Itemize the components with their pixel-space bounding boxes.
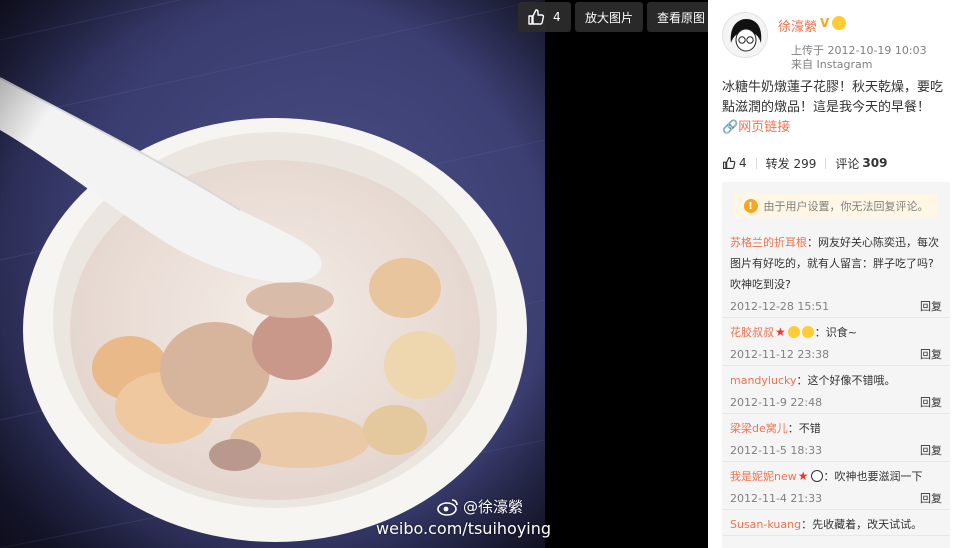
thumbs-up-icon [528, 9, 545, 25]
comment-time: 2012-11-12 23:38 [730, 347, 830, 361]
web-link-label: 网页链接 [738, 120, 791, 135]
comment-time: 2012-12-28 15:51 [730, 299, 830, 313]
comment-user[interactable]: 梁梁de窝儿 [730, 422, 788, 435]
weibo-logo-icon [437, 498, 458, 516]
comment-user[interactable]: 苏格兰的折耳根 [730, 236, 807, 249]
comment-button[interactable]: 评论 309 [835, 155, 887, 172]
reply-button[interactable]: 回复 [920, 346, 942, 362]
reply-button[interactable]: 回复 [920, 490, 942, 506]
comment-text: ：识食~ [814, 326, 857, 339]
comment-time: 2012-11-9 22:48 [730, 395, 823, 409]
comment-item: 我是妮妮new★ ：吹神也要滋润一下 2012-11-4 21:33 回复 [722, 462, 950, 510]
comment-text: ：不错 [787, 422, 821, 435]
comment-time: 2012-11-5 18:33 [730, 443, 823, 457]
photo-viewer: 4 放大图片 查看原图 @徐濠縈 weibo.com/tsuihoying [0, 0, 708, 548]
web-link[interactable]: 🔗网页链接 [722, 120, 790, 135]
image-toolbar: 4 放大图片 查看原图 [518, 2, 708, 32]
comment-text: ：这个好像不错哦。 [796, 374, 896, 387]
post-stats: 4 转发 299 评论 309 [722, 152, 950, 174]
star-badge-icon: ★ [775, 325, 786, 339]
repost-button[interactable]: 转发 299 [766, 155, 817, 172]
divider [755, 157, 757, 169]
view-original-button[interactable]: 查看原图 [647, 2, 708, 32]
comment-item: 花胶叔叔★ ：识食~ 2012-11-12 23:38 回复 [722, 318, 950, 366]
post-source: 来自 Instagram [791, 58, 873, 71]
comment-user[interactable]: mandylucky [730, 374, 796, 387]
member-badge-icon [832, 16, 846, 30]
comment-label: 评论 [835, 156, 860, 171]
author-header: 徐濠縈 V 上传于 2012-10-19 10:03 来自 Instagram [722, 10, 952, 71]
verified-icon: V [820, 16, 830, 30]
like-image-button[interactable]: 4 [518, 2, 571, 32]
reply-button[interactable]: 回复 [920, 442, 942, 458]
like-count: 4 [739, 156, 747, 170]
warning-icon: ! [743, 199, 758, 213]
enlarge-image-button[interactable]: 放大图片 [575, 2, 644, 32]
notice-text: 由于用户设置，你无法回复评论。 [763, 200, 929, 213]
watermark-username: @徐濠縈 [462, 498, 523, 516]
reply-button[interactable]: 回复 [920, 394, 942, 410]
image-like-count: 4 [553, 10, 561, 24]
post-body: 冰糖牛奶燉蓮子花膠！秋天乾燥，要吃點滋潤的燉品！這是我今天的早餐！ [722, 80, 944, 115]
like-button[interactable]: 4 [722, 156, 747, 170]
comment-text: ：先收藏着，改天试试。 [801, 518, 923, 531]
link-icon: 🔗 [722, 120, 739, 135]
comment-text: ：吹神也要滋润一下 [823, 470, 923, 483]
avatar-image [723, 13, 767, 57]
avatar[interactable] [722, 12, 768, 58]
comment-user[interactable]: Susan-kuang [730, 518, 801, 531]
post-photo[interactable] [0, 0, 545, 548]
comment-item: 梁梁de窝儿：不错 2012-11-5 18:33 回复 [722, 414, 950, 462]
emoji-icon [801, 326, 814, 338]
comment-item: 苏格兰的折耳根：网友好关心陈奕迅，每次图片有好吃的，就有人留言：胖子吃了吗?吹神… [722, 228, 950, 318]
watermark-user: @徐濠縈 [437, 496, 523, 517]
comment-time: 2012-11-4 21:33 [730, 491, 823, 505]
watermark-url: weibo.com/tsuihoying [376, 519, 552, 538]
comment-count: 309 [862, 156, 888, 170]
post-text: 冰糖牛奶燉蓮子花膠！秋天乾燥，要吃點滋潤的燉品！這是我今天的早餐！ 🔗网页链接 [722, 78, 950, 138]
post-panel: 徐濠縈 V 上传于 2012-10-19 10:03 来自 Instagram … [708, 0, 960, 548]
comment-user[interactable]: 我是妮妮new [730, 470, 797, 483]
thumbs-up-icon [722, 156, 736, 170]
comment-item: Susan-kuang：先收藏着，改天试试。 [722, 510, 950, 536]
comment-item: mandylucky：这个好像不错哦。 2012-11-9 22:48 回复 [722, 366, 950, 414]
comment-list: ! 由于用户设置，你无法回复评论。 苏格兰的折耳根：网友好关心陈奕迅，每次图片有… [722, 182, 950, 548]
star-badge-icon: ★ [797, 469, 809, 483]
comment-user[interactable]: 花胶叔叔 [730, 326, 774, 339]
divider [825, 157, 827, 169]
emoji-icon [787, 326, 800, 338]
author-name[interactable]: 徐濠縈 [778, 16, 817, 35]
reply-button[interactable]: 回复 [920, 298, 942, 314]
panda-emoji-icon [810, 470, 823, 482]
reply-disabled-notice: ! 由于用户设置，你无法回复评论。 [734, 194, 938, 218]
